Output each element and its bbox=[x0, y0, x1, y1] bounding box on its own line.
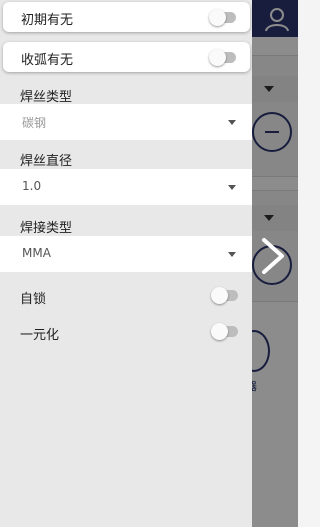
toggle-row-selflock[interactable]: 自锁 bbox=[0, 282, 252, 312]
toggle-switch-selflock[interactable] bbox=[211, 287, 238, 304]
toggle-switch-initial[interactable] bbox=[209, 9, 236, 26]
toggle-label: 收弧有无 bbox=[21, 53, 74, 68]
toggle-card-crater[interactable]: 收弧有无 bbox=[3, 42, 250, 72]
chevron-right-icon[interactable] bbox=[258, 236, 288, 276]
toggle-label: 一元化 bbox=[20, 328, 60, 343]
weld-type-select[interactable]: MMA bbox=[0, 236, 252, 272]
toggle-label: 初期有无 bbox=[21, 13, 74, 28]
caret-down-icon bbox=[228, 120, 236, 125]
toggle-row-unified[interactable]: 一元化 bbox=[0, 318, 252, 348]
wire-type-label: 焊丝类型 bbox=[20, 90, 73, 105]
wire-type-value: 碳钢 bbox=[22, 116, 47, 130]
caret-down-icon bbox=[228, 252, 236, 257]
toggle-label: 自锁 bbox=[20, 292, 47, 307]
toggle-switch-unified[interactable] bbox=[211, 323, 238, 340]
wire-diameter-label: 焊丝直径 bbox=[20, 154, 73, 169]
wire-type-select[interactable]: 碳钢 bbox=[0, 104, 252, 140]
wire-diameter-select[interactable]: 1.0 bbox=[0, 169, 252, 205]
toggle-switch-crater[interactable] bbox=[209, 49, 236, 66]
weld-type-label: 焊接类型 bbox=[20, 221, 73, 236]
settings-drawer: 初期有无 收弧有无 焊丝类型 碳钢 焊丝直径 1.0 焊接类型 MMA 自锁 一… bbox=[0, 0, 252, 527]
wire-diameter-value: 1.0 bbox=[22, 179, 42, 193]
weld-type-value: MMA bbox=[22, 246, 51, 260]
toggle-card-initial[interactable]: 初期有无 bbox=[3, 2, 250, 32]
caret-down-icon bbox=[228, 185, 236, 190]
